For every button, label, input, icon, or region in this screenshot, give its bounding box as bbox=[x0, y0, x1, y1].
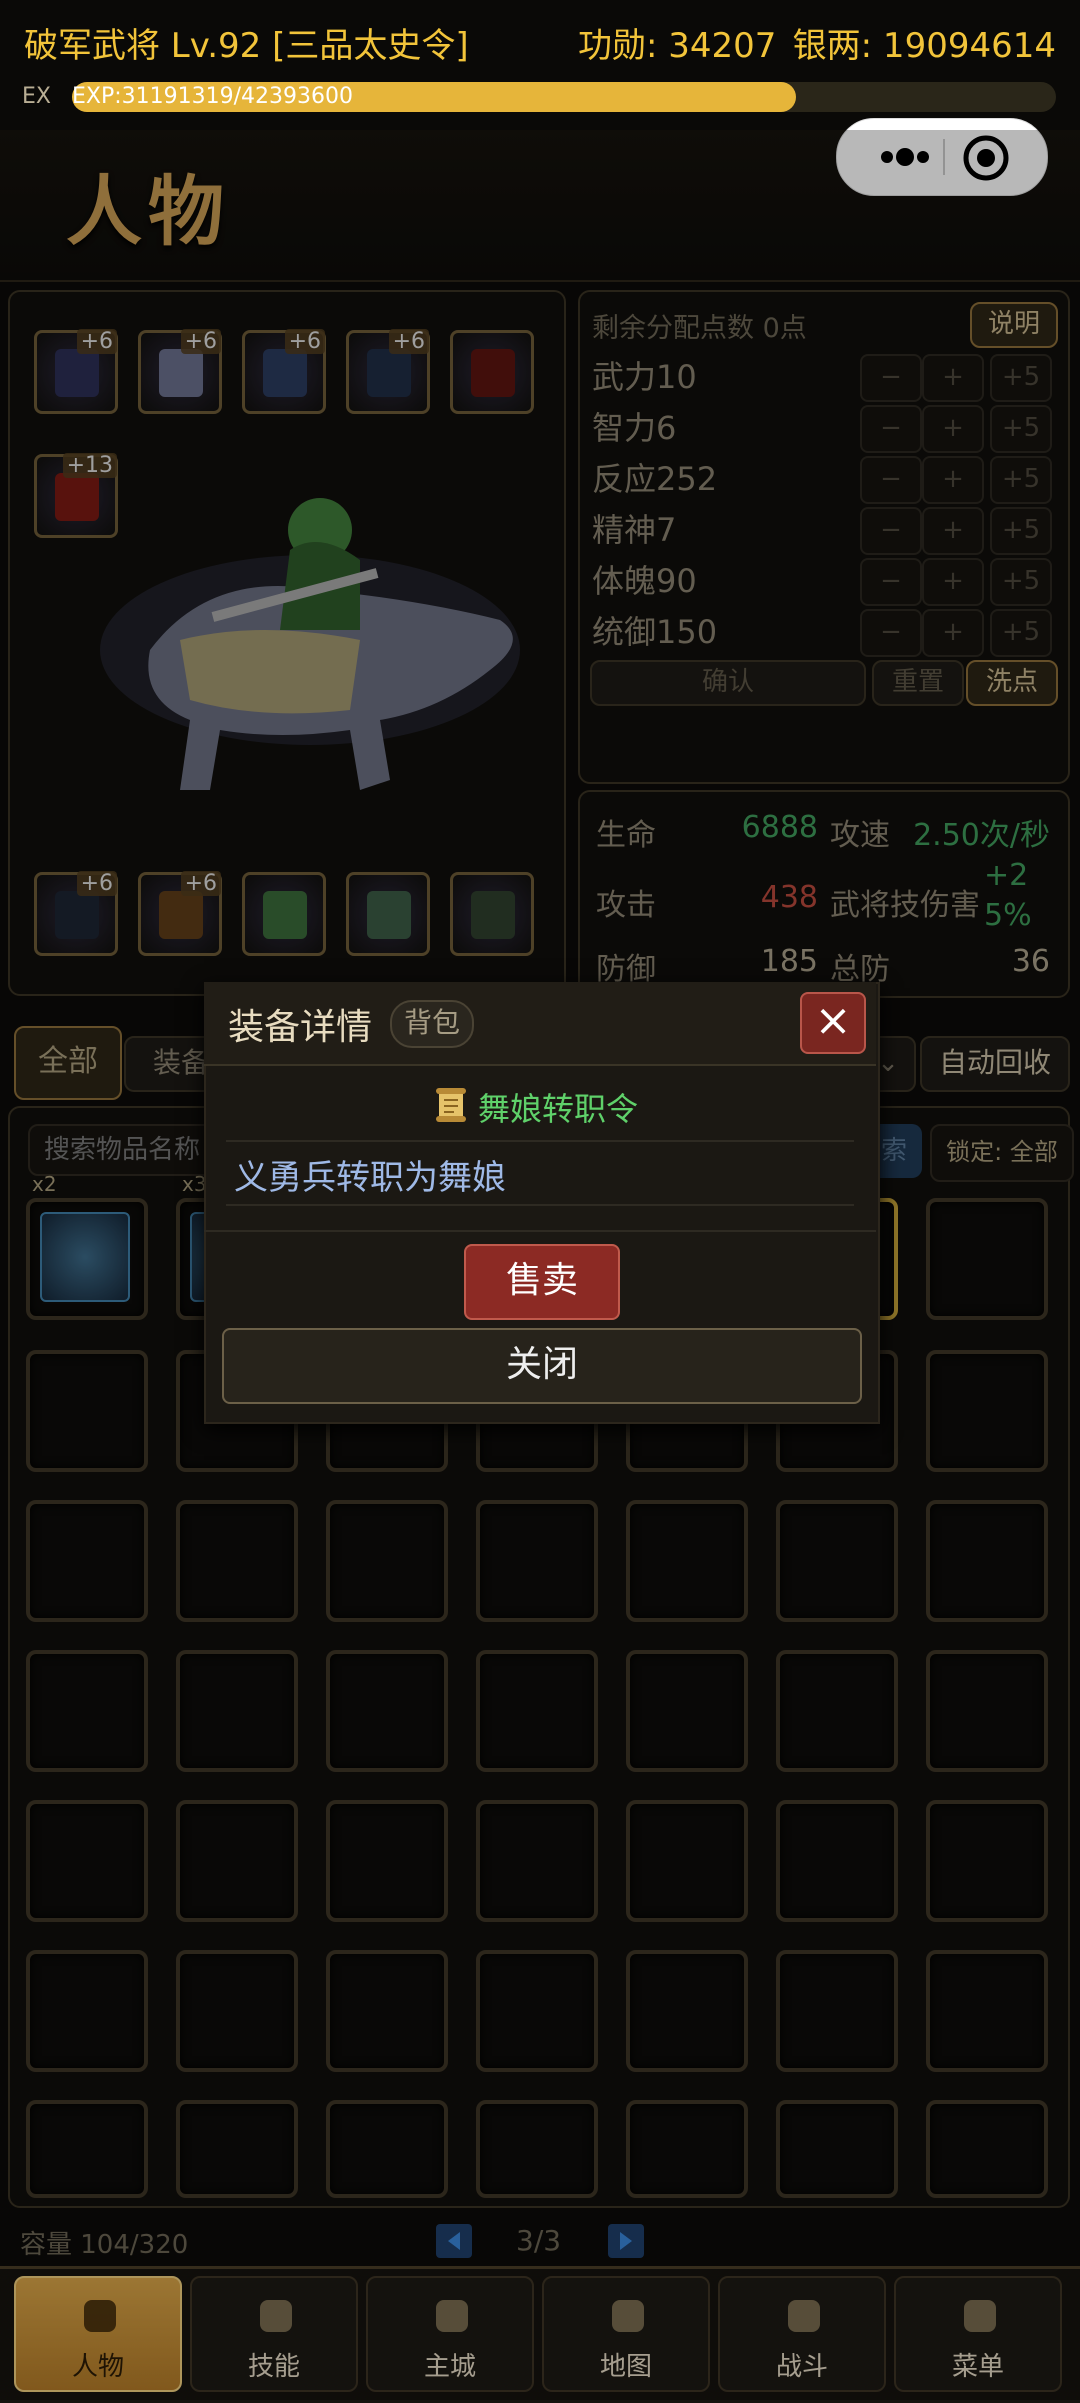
item-description: 义勇兵转职为舞娘 bbox=[234, 1158, 506, 1198]
item-icon bbox=[434, 1086, 468, 1124]
dialog-divider-1 bbox=[226, 1140, 854, 1142]
dialog-close-button[interactable]: × bbox=[800, 992, 866, 1054]
close-dialog-button[interactable]: 关闭 bbox=[222, 1328, 862, 1404]
dialog-divider-3 bbox=[204, 1230, 876, 1232]
sell-button[interactable]: 售卖 bbox=[464, 1244, 620, 1320]
exp-text: EXP:31191319/42393600 bbox=[72, 84, 354, 109]
dialog-title: 装备详情 bbox=[228, 1007, 373, 1048]
silver-counter: 银两: 19094614 bbox=[792, 26, 1056, 66]
ex-label: EX bbox=[22, 84, 51, 109]
dialog-tag: 背包 bbox=[390, 1000, 474, 1048]
item-name: 舞娘转职令 bbox=[478, 1090, 639, 1128]
merit-counter: 功勋: 34207 bbox=[578, 26, 777, 66]
dialog-divider-2 bbox=[226, 1204, 854, 1206]
close-icon: × bbox=[814, 995, 852, 1046]
character-name: 破军武将 Lv.92 [三品太史令] bbox=[24, 26, 469, 66]
